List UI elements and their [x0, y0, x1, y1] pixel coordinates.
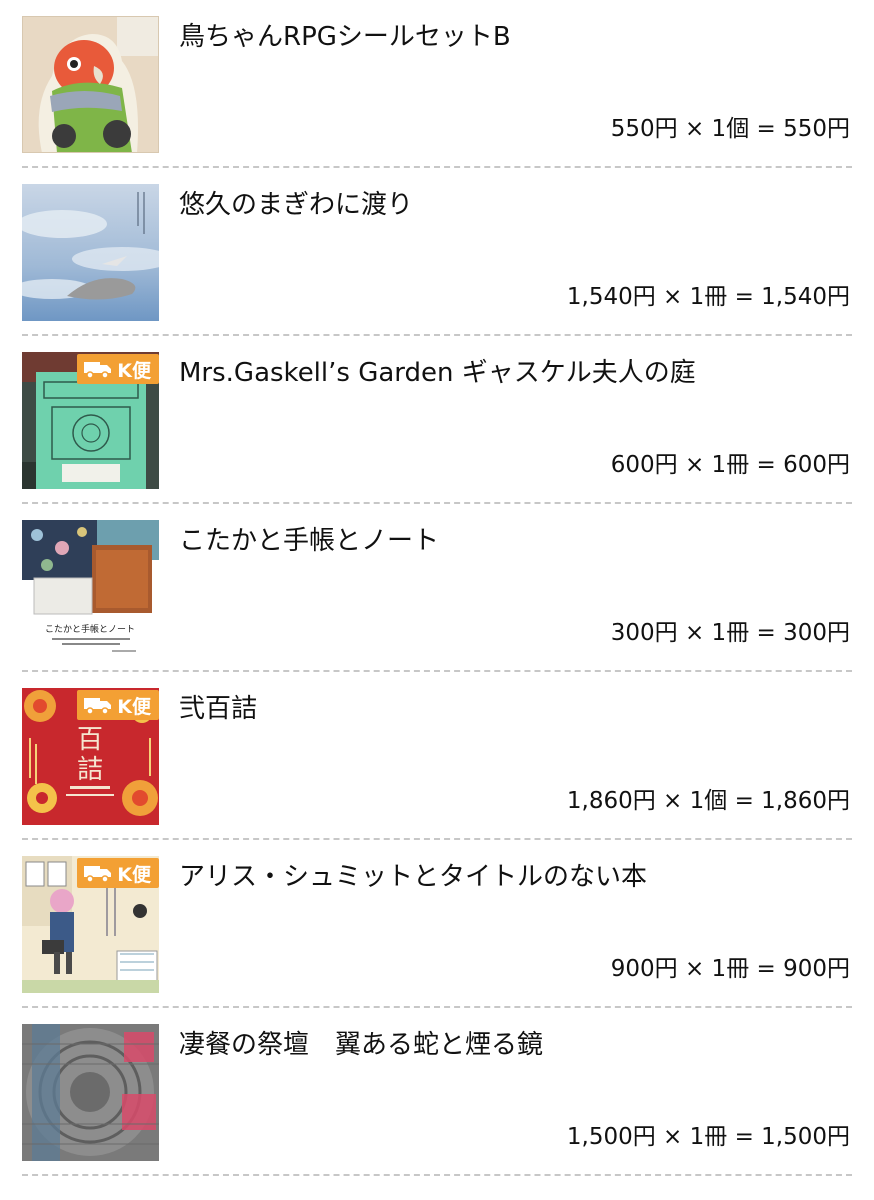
notebook-collage-image: こたかと手帳とノート: [22, 520, 159, 657]
product-title[interactable]: 鳥ちゃんRPGシールセットB: [179, 20, 850, 54]
price-line: 1,500円 × 1冊 = 1,500円: [566, 1124, 850, 1150]
delivery-truck-icon: [84, 698, 112, 715]
product-thumbnail[interactable]: K便: [22, 352, 159, 489]
svg-text:詰: 詰: [77, 755, 103, 785]
delivery-truck-icon: [84, 866, 112, 883]
cart-item[interactable]: 凄餐の祭壇 翼ある蛇と煙る鏡 1,500円 × 1冊 = 1,500円: [0, 1008, 874, 1176]
price-line: 550円 × 1個 = 550円: [610, 116, 850, 142]
svg-text:こたかと手帳とノート: こたかと手帳とノート: [45, 623, 135, 635]
k-bin-shipping-badge: K便: [77, 858, 159, 888]
product-thumbnail[interactable]: [22, 16, 159, 153]
badge-label: K便: [117, 359, 151, 382]
product-thumbnail[interactable]: K便: [22, 856, 159, 993]
delivery-truck-icon: [84, 362, 112, 379]
k-bin-shipping-badge: K便: [77, 690, 159, 720]
price-line: 1,860円 × 1個 = 1,860円: [566, 788, 850, 814]
product-thumbnail[interactable]: [22, 1024, 159, 1161]
product-thumbnail[interactable]: こたかと手帳とノート: [22, 520, 159, 657]
cart-item[interactable]: 鳥ちゃんRPGシールセットB 550円 × 1個 = 550円: [0, 0, 874, 168]
product-title[interactable]: こたかと手帳とノート: [179, 524, 850, 558]
badge-label: K便: [117, 863, 151, 886]
price-line: 1,540円 × 1冊 = 1,540円: [566, 284, 850, 310]
cart-item[interactable]: 百 詰 K便 弐百詰 1,860円 × 1個 = 1,860円: [0, 672, 874, 840]
product-thumbnail[interactable]: [22, 184, 159, 321]
price-line: 600円 × 1冊 = 600円: [610, 452, 850, 478]
aztec-stone-cover-image: [22, 1024, 159, 1161]
cart-item[interactable]: K便 アリス・シュミットとタイトルのない本 900円 × 1冊 = 900円: [0, 840, 874, 1008]
product-thumbnail[interactable]: 百 詰 K便: [22, 688, 159, 825]
product-title[interactable]: Mrs.Gaskell’s Garden ギャスケル夫人の庭: [179, 356, 850, 390]
price-line: 300円 × 1冊 = 300円: [610, 620, 850, 646]
product-title[interactable]: 弐百詰: [179, 692, 850, 726]
badge-label: K便: [117, 695, 151, 718]
product-title[interactable]: アリス・シュミットとタイトルのない本: [179, 860, 850, 894]
price-line: 900円 × 1冊 = 900円: [610, 956, 850, 982]
cart-item[interactable]: K便 Mrs.Gaskell’s Garden ギャスケル夫人の庭 600円 ×…: [0, 336, 874, 504]
cart-item-list: 鳥ちゃんRPGシールセットB 550円 × 1個 = 550円 悠久のまぎわに渡…: [0, 0, 874, 1176]
product-title[interactable]: 悠久のまぎわに渡り: [179, 188, 850, 222]
cart-item[interactable]: こたかと手帳とノート こたかと手帳とノート 300円 × 1冊 = 300円: [0, 504, 874, 672]
product-title[interactable]: 凄餐の祭壇 翼ある蛇と煙る鏡: [179, 1028, 850, 1062]
k-bin-shipping-badge: K便: [77, 354, 159, 384]
sky-cover-image: [22, 184, 159, 321]
svg-text:百: 百: [77, 725, 103, 755]
cart-item[interactable]: 悠久のまぎわに渡り 1,540円 × 1冊 = 1,540円: [0, 168, 874, 336]
parrot-sticker-image: [22, 16, 159, 153]
